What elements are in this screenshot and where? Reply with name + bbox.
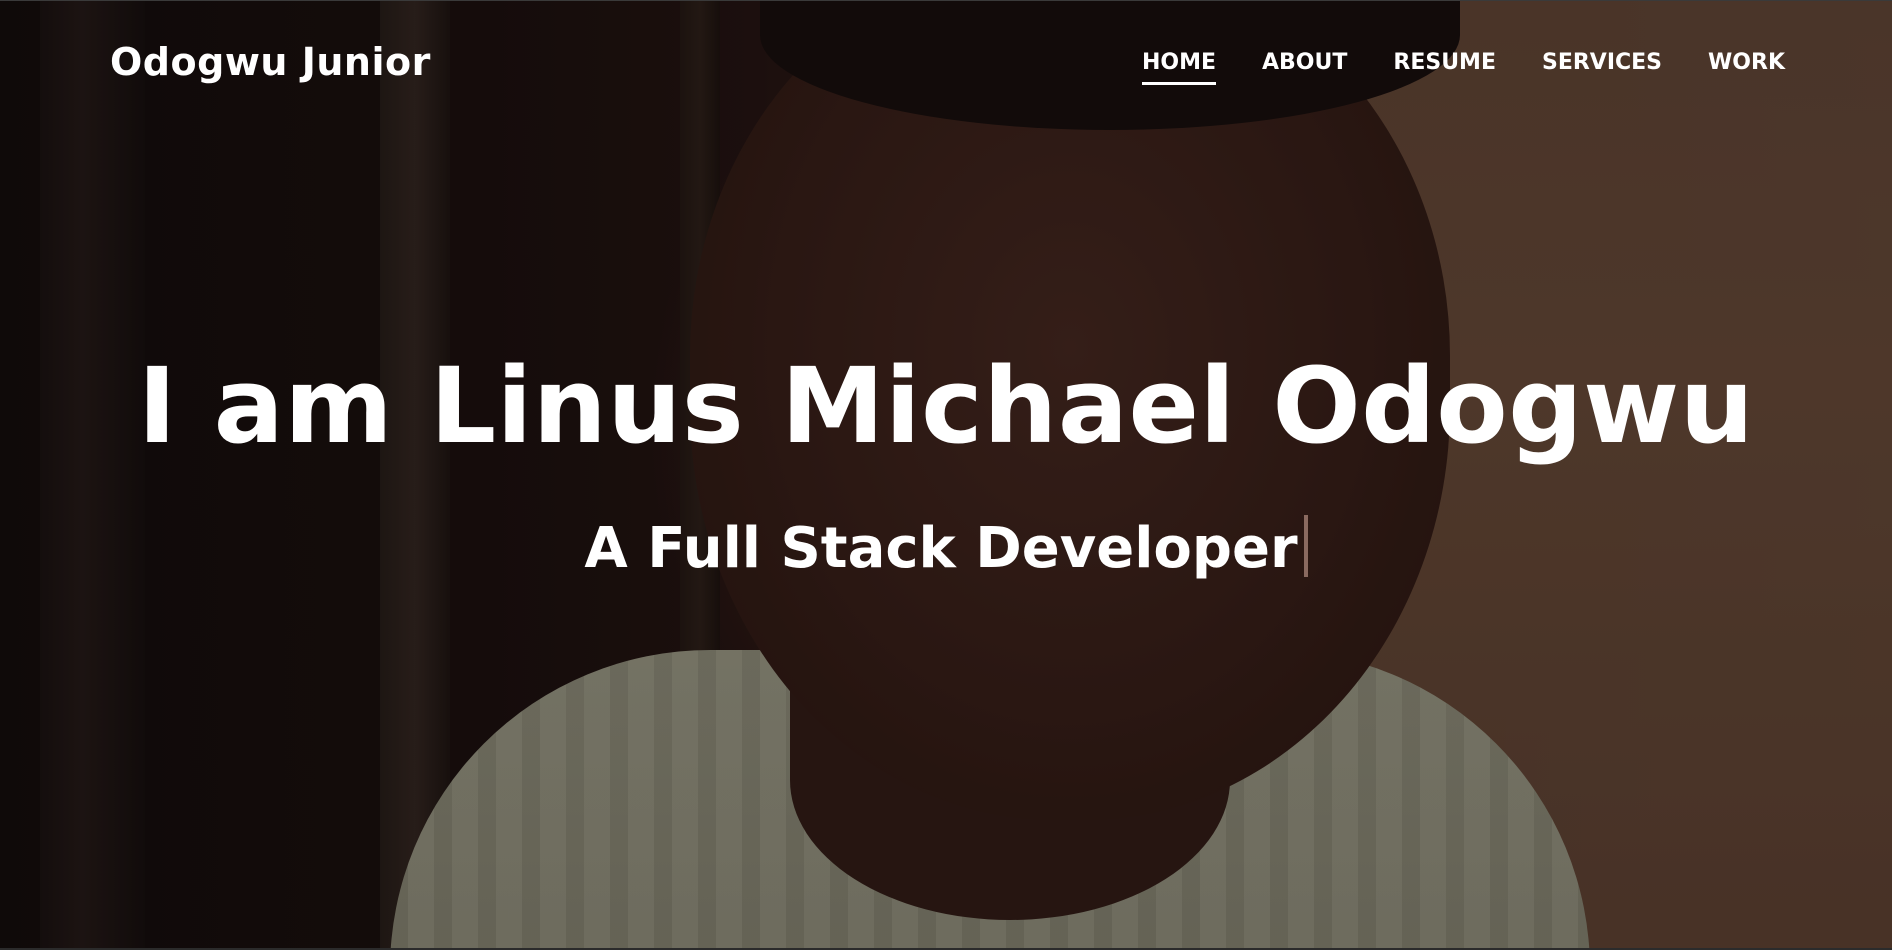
nav-item-resume[interactable]: RESUME <box>1393 50 1496 85</box>
brand-logo[interactable]: Odogwu Junior <box>110 40 431 84</box>
hero-subtitle-wrapper: A Full Stack Developer <box>0 515 1892 581</box>
hero-section: Odogwu Junior HOME ABOUT RESUME SERVICES… <box>0 0 1892 950</box>
nav-item-home[interactable]: HOME <box>1141 50 1217 85</box>
nav-item-work[interactable]: WORK <box>1708 50 1785 85</box>
main-nav: HOME ABOUT RESUME SERVICES WORK <box>1096 50 1785 85</box>
typing-cursor <box>1303 515 1308 577</box>
hero-overlay <box>0 0 1892 950</box>
nav-item-services[interactable]: SERVICES <box>1542 50 1662 85</box>
nav-item-about[interactable]: ABOUT <box>1262 50 1347 85</box>
hero-title: I am Linus Michael Odogwu <box>137 345 1755 467</box>
top-border <box>0 0 1892 1</box>
hero-subtitle: A Full Stack Developer <box>584 516 1298 581</box>
